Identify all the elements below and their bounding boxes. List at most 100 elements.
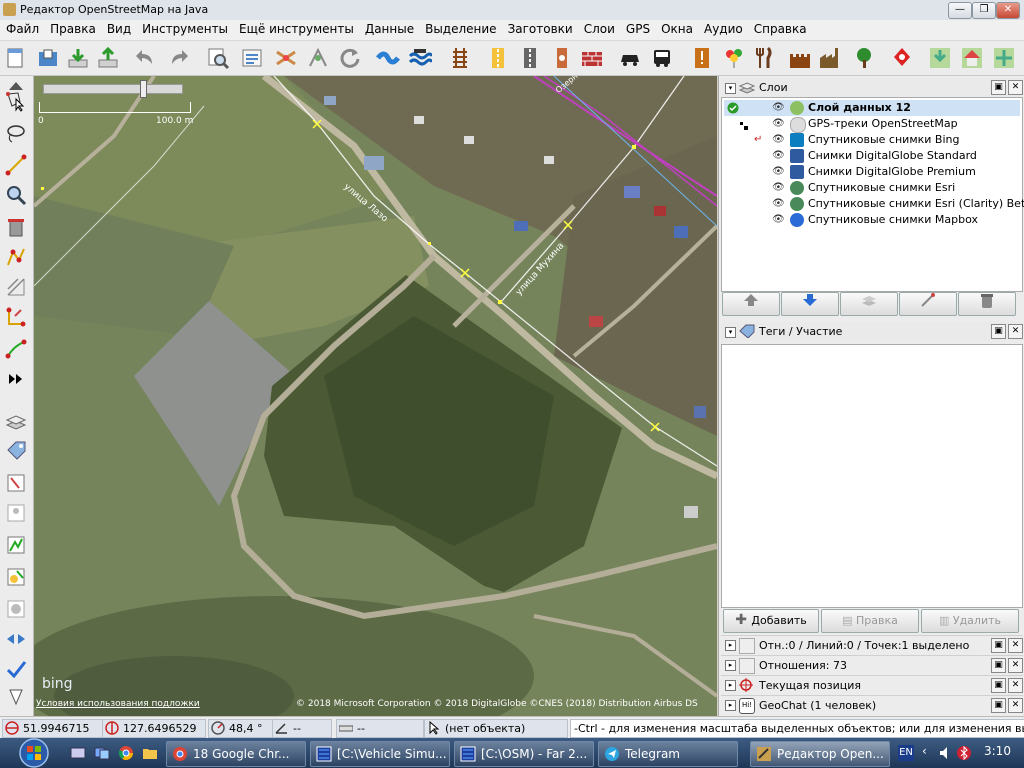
visibility-eye-icon[interactable]: 👁 [772,166,785,177]
layer-settings-button[interactable] [899,292,957,316]
visibility-eye-icon[interactable]: 👁 [772,134,785,145]
tags-panel-header[interactable]: ▾ Теги / Участие ▣ ✕ [721,322,1023,341]
add-tag-button[interactable]: ✚ Добавить [723,609,819,633]
panel-close-icon[interactable]: ✕ [1008,324,1023,339]
clock[interactable]: 3:10 [984,744,1011,758]
detach-icon[interactable]: ▣ [991,324,1006,339]
validator-icon[interactable] [306,46,330,70]
layer-row[interactable]: 👁 Снимки DigitalGlobe Standard [724,148,1024,164]
delete-tag-button[interactable]: ▥ Удалить [921,609,1019,633]
layer-row[interactable]: 👁 Слой данных 12 [724,100,1020,116]
new-file-icon[interactable] [4,46,28,70]
taskbar-telegram[interactable]: Telegram [598,741,738,767]
delete-tool-icon[interactable] [5,216,27,238]
expand-tools-icon[interactable] [5,368,27,390]
move-layer-down-button[interactable] [781,292,839,316]
delete-layer-button[interactable] [958,292,1016,316]
collapse-icon[interactable]: ▾ [725,83,736,94]
merge-layer-button[interactable] [840,292,898,316]
menu-windows[interactable]: Окна [655,20,698,36]
move-layer-up-button[interactable] [722,292,780,316]
user-list-icon[interactable] [5,502,27,524]
parallel-icon[interactable] [5,276,27,298]
marker-icon[interactable] [890,46,914,70]
layers-panel-header[interactable]: ▾ Слои ▣ ✕ [721,78,1023,97]
map-paint-icon[interactable] [5,686,27,708]
layer-row[interactable]: 👁 GPS-треки OpenStreetMap [724,116,1024,133]
layer-row[interactable]: 👁 Спутниковые снимки Esri (Clarity) Beta [724,196,1024,212]
menu-file[interactable]: Файл [0,20,44,36]
switch-windows-icon[interactable] [94,745,110,761]
detach-icon[interactable]: ▣ [991,658,1006,673]
download-icon[interactable] [66,46,90,70]
menu-presets[interactable]: Заготовки [502,20,578,36]
house-node-icon[interactable] [960,46,984,70]
select-tool-icon[interactable] [5,90,27,112]
maximize-button[interactable]: ❐ [972,2,996,19]
change-imagery-icon[interactable]: ↵ [754,134,762,145]
move-node-icon[interactable] [992,46,1016,70]
zoom-icon[interactable] [5,184,27,206]
detach-icon[interactable]: ▣ [991,698,1006,713]
refresh-icon[interactable] [338,46,362,70]
car-icon[interactable] [618,46,642,70]
taskbar-far-osm[interactable]: [C:\OSM) - Far 2... [454,741,594,767]
detach-icon[interactable]: ▣ [991,638,1006,653]
expand-icon[interactable]: ▸ [725,660,736,671]
railway-icon[interactable] [448,46,472,70]
menu-selection[interactable]: Выделение [419,20,501,36]
menu-more-tools[interactable]: Ещё инструменты [233,20,359,36]
lasso-icon[interactable] [5,122,27,144]
zoom-preview-icon[interactable] [206,46,230,70]
tree-icon[interactable] [852,46,876,70]
panel-close-icon[interactable]: ✕ [1008,698,1023,713]
language-indicator[interactable]: EN [898,745,914,761]
history-icon[interactable] [5,534,27,556]
tray-expand-icon[interactable]: ‹ [922,744,927,758]
panel-close-icon[interactable]: ✕ [1008,678,1023,693]
draw-way-icon[interactable] [5,338,27,360]
taskbar-josm[interactable]: Редактор Open... [750,741,890,767]
imagery-terms-link[interactable]: Условия использования подложки [36,699,200,709]
zoom-slider-handle[interactable] [140,80,147,98]
waterway-icon[interactable] [376,46,400,70]
menu-audio[interactable]: Аудио [698,20,748,36]
open-file-icon[interactable] [36,46,60,70]
layer-row[interactable]: 👁 Спутниковые снимки Esri [724,180,1024,196]
wall-icon[interactable] [580,46,604,70]
map-view[interactable]: 0 100.0 m улица Лазо улица Мухина Озерно… [34,76,717,716]
zoom-slider[interactable] [43,84,183,94]
menu-view[interactable]: Вид [101,20,136,36]
draw-line-icon[interactable] [5,154,27,176]
position-panel-header[interactable]: ▸ Текущая позиция ▣ ✕ [721,675,1023,695]
menu-data[interactable]: Данные [359,20,419,36]
edit-tag-button[interactable]: ▤ Правка [821,609,919,633]
layer-row[interactable]: 👁 Снимки DigitalGlobe Premium [724,164,1024,180]
bus-icon[interactable] [650,46,674,70]
tag-checker-icon[interactable] [274,46,298,70]
selection-list-icon[interactable] [5,472,27,494]
road-icon[interactable] [486,46,510,70]
upload-icon[interactable] [96,46,120,70]
visibility-eye-icon[interactable]: 👁 [772,182,785,193]
collapse-icon[interactable]: ▾ [725,327,736,338]
visibility-eye-icon[interactable]: 👁 [772,214,785,225]
taskbar-far-vehicle[interactable]: [C:\Vehicle Simu... [310,741,450,767]
improve-way-icon[interactable] [5,246,27,268]
warning-icon[interactable] [690,46,714,70]
show-desktop-icon[interactable] [70,745,86,761]
water-icon[interactable] [408,46,434,70]
visibility-eye-icon[interactable]: 👁 [772,198,785,209]
menu-edit[interactable]: Правка [44,20,101,36]
geochat-panel-header[interactable]: ▸ Hi! GeoChat (1 человек) ▣ ✕ [721,695,1023,715]
close-button[interactable]: ✕ [996,2,1020,19]
minimize-button[interactable]: — [948,2,972,19]
folder-icon[interactable] [142,745,158,761]
bluetooth-icon[interactable] [956,745,972,761]
menu-layers[interactable]: Слои [578,20,620,36]
balloons-icon[interactable] [722,46,746,70]
layer-row[interactable]: ↵ 👁 Спутниковые снимки Bing [724,132,1024,148]
expand-icon[interactable]: ▸ [725,680,736,691]
relations-panel-header[interactable]: ▸ Отношения: 73 ▣ ✕ [721,655,1023,675]
panel-close-icon[interactable]: ✕ [1008,658,1023,673]
